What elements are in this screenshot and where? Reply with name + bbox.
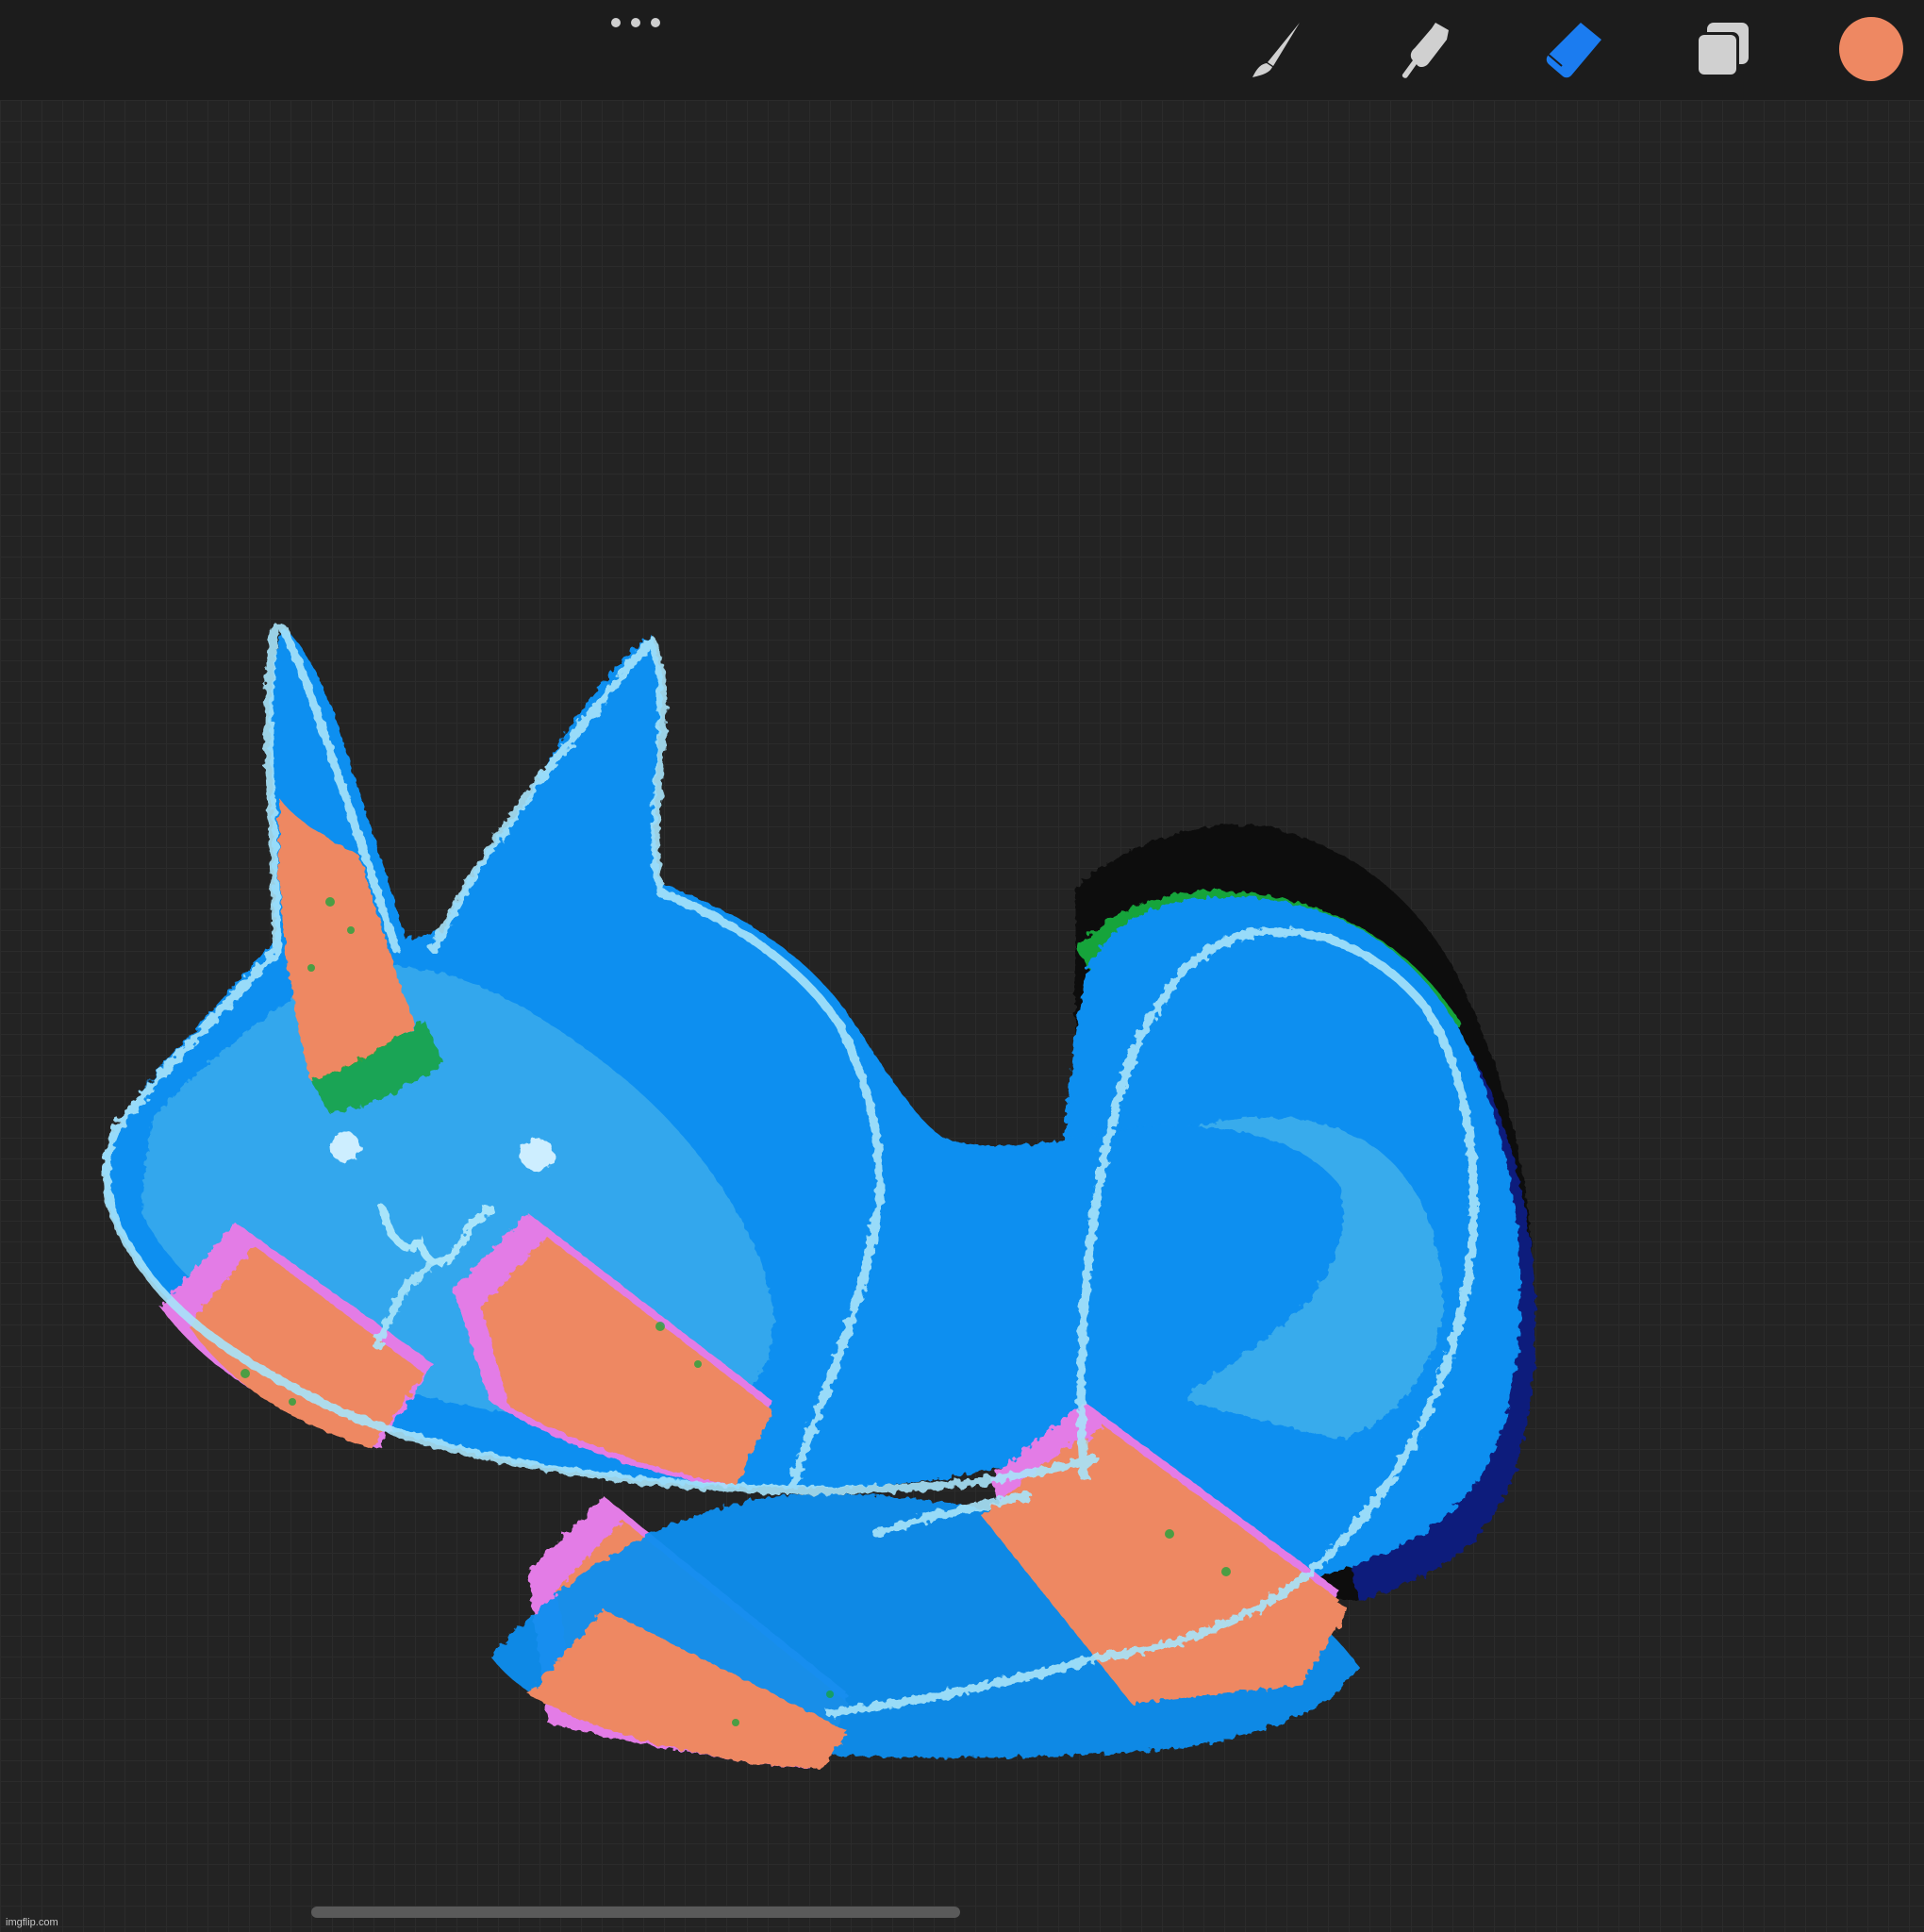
- drawing-canvas[interactable]: [0, 100, 1924, 1932]
- more-dots-icon[interactable]: [611, 15, 660, 30]
- brush-icon: [1252, 23, 1300, 77]
- imgflip-watermark: imgflip.com: [6, 1917, 58, 1928]
- artwork-drawing: [102, 624, 1536, 1770]
- dot: [611, 18, 621, 27]
- right-eye: [521, 1138, 555, 1172]
- layers-icon: [1696, 23, 1749, 77]
- procreate-app: imgflip.com: [0, 0, 1924, 1932]
- eraser-tool-button[interactable]: [1539, 17, 1607, 85]
- home-indicator[interactable]: [311, 1907, 960, 1918]
- brush-tool-button[interactable]: [1241, 17, 1309, 85]
- smudge-tool-button[interactable]: [1390, 17, 1458, 85]
- left-eye: [330, 1132, 360, 1162]
- dot: [651, 18, 660, 27]
- top-toolbar: [0, 0, 1924, 100]
- eraser-icon: [1546, 23, 1601, 78]
- layers-tool-button[interactable]: [1688, 17, 1756, 85]
- current-color-swatch[interactable]: [1839, 17, 1903, 81]
- smudge-icon: [1402, 23, 1449, 78]
- dot: [631, 18, 640, 27]
